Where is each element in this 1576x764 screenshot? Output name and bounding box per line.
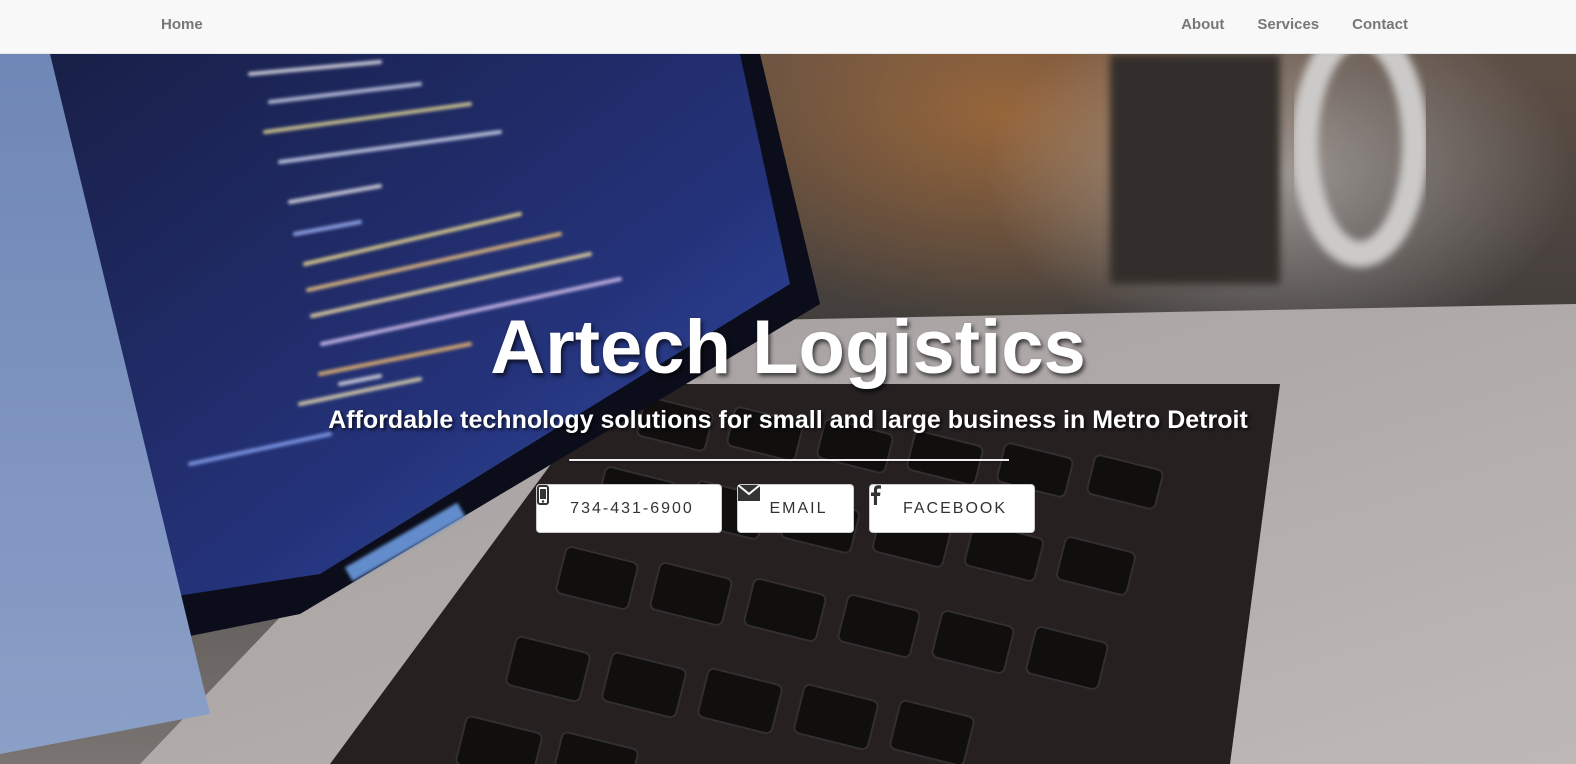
nav-links: About Services Contact bbox=[1181, 16, 1408, 33]
hero-divider bbox=[569, 459, 1009, 461]
email-button-label: EMAIL bbox=[769, 499, 828, 517]
nav-about-link[interactable]: About bbox=[1181, 16, 1224, 33]
nav-services-link[interactable]: Services bbox=[1257, 16, 1319, 33]
phone-button-label: 734-431-6900 bbox=[570, 499, 694, 517]
nav-home-link[interactable]: Home bbox=[161, 16, 203, 33]
hero-subtitle: Affordable technology solutions for smal… bbox=[328, 406, 1248, 434]
hero-title: Artech Logistics bbox=[490, 305, 1086, 390]
facebook-button[interactable]: FACEBOOK bbox=[869, 484, 1035, 533]
hero-section: Artech Logistics Affordable technology s… bbox=[0, 54, 1576, 764]
email-button[interactable]: EMAIL bbox=[737, 484, 854, 533]
nav-contact-link[interactable]: Contact bbox=[1352, 16, 1408, 33]
facebook-button-label: FACEBOOK bbox=[902, 499, 1008, 517]
navbar: Home About Services Contact bbox=[0, 0, 1576, 54]
phone-button[interactable]: 734-431-6900 bbox=[536, 484, 722, 533]
